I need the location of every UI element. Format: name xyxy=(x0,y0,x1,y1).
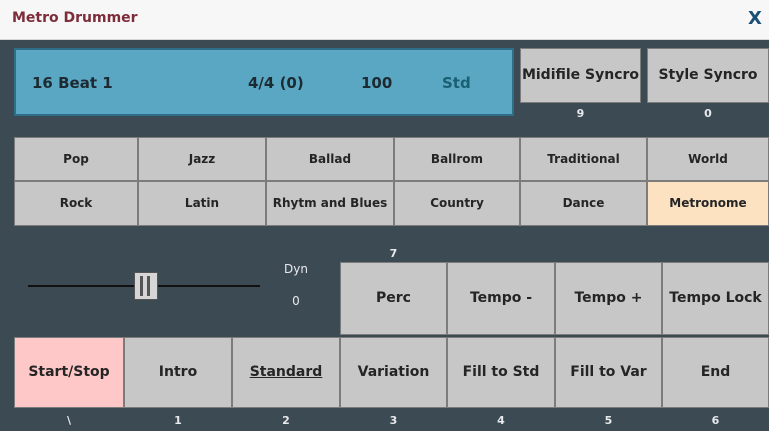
standard-key: 2 xyxy=(282,414,290,427)
fill-to-std-button[interactable]: Fill to Std xyxy=(447,337,555,408)
genre-rock-button[interactable]: Rock xyxy=(14,181,138,226)
genre-ballad-button[interactable]: Ballad xyxy=(266,137,394,181)
variation-key: 3 xyxy=(389,414,398,427)
style-name: 16 Beat 1 xyxy=(32,74,113,92)
dyn-label: Dyn xyxy=(284,262,308,276)
tempo-lock-button[interactable]: Tempo Lock xyxy=(662,262,769,335)
style-syncro-key: 0 xyxy=(704,107,712,120)
close-icon[interactable]: X xyxy=(748,8,762,29)
genre-metronome-button[interactable]: Metronome xyxy=(647,181,769,226)
fill-to-var-button[interactable]: Fill to Var xyxy=(555,337,662,408)
start-stop-key: \ xyxy=(66,414,72,427)
dyn-value: 0 xyxy=(292,294,300,308)
standard-button[interactable]: Standard xyxy=(232,337,340,408)
genre-dance-button[interactable]: Dance xyxy=(520,181,647,226)
title-bar: Metro Drummer X xyxy=(0,0,769,40)
tempo-minus-button[interactable]: Tempo - xyxy=(447,262,555,335)
intro-button[interactable]: Intro xyxy=(124,337,232,408)
perc-key: 7 xyxy=(389,247,398,260)
genre-ballrom-button[interactable]: Ballrom xyxy=(394,137,520,181)
genre-rhytm-and-blues-button[interactable]: Rhytm and Blues xyxy=(266,181,394,226)
perc-button[interactable]: Perc xyxy=(340,262,447,335)
genre-pop-button[interactable]: Pop xyxy=(14,137,138,181)
tempo-plus-button[interactable]: Tempo + xyxy=(555,262,662,335)
variation-button[interactable]: Variation xyxy=(340,337,447,408)
tempo-value: 100 xyxy=(361,74,393,92)
window-title: Metro Drummer xyxy=(12,10,138,26)
slider-grip xyxy=(140,276,143,296)
style-syncro-button[interactable]: Style Syncro xyxy=(647,48,769,103)
status-display: 16 Beat 1 4/4 (0) 100 Std xyxy=(14,48,514,116)
slider-grip xyxy=(147,276,150,296)
genre-country-button[interactable]: Country xyxy=(394,181,520,226)
time-signature: 4/4 (0) xyxy=(248,74,304,92)
end-key: 6 xyxy=(711,414,720,427)
mode-value: Std xyxy=(442,74,471,92)
fill-to-std-key: 4 xyxy=(497,414,505,427)
dynamics-slider-thumb[interactable] xyxy=(134,272,158,300)
genre-traditional-button[interactable]: Traditional xyxy=(520,137,647,181)
genre-world-button[interactable]: World xyxy=(647,137,769,181)
midifile-syncro-key: 9 xyxy=(576,107,585,120)
genre-jazz-button[interactable]: Jazz xyxy=(138,137,266,181)
genre-latin-button[interactable]: Latin xyxy=(138,181,266,226)
end-button[interactable]: End xyxy=(662,337,769,408)
intro-key: 1 xyxy=(174,414,182,427)
fill-to-var-key: 5 xyxy=(604,414,613,427)
start-stop-button[interactable]: Start/Stop xyxy=(14,337,124,408)
midifile-syncro-button[interactable]: Midifile Syncro xyxy=(520,48,641,103)
